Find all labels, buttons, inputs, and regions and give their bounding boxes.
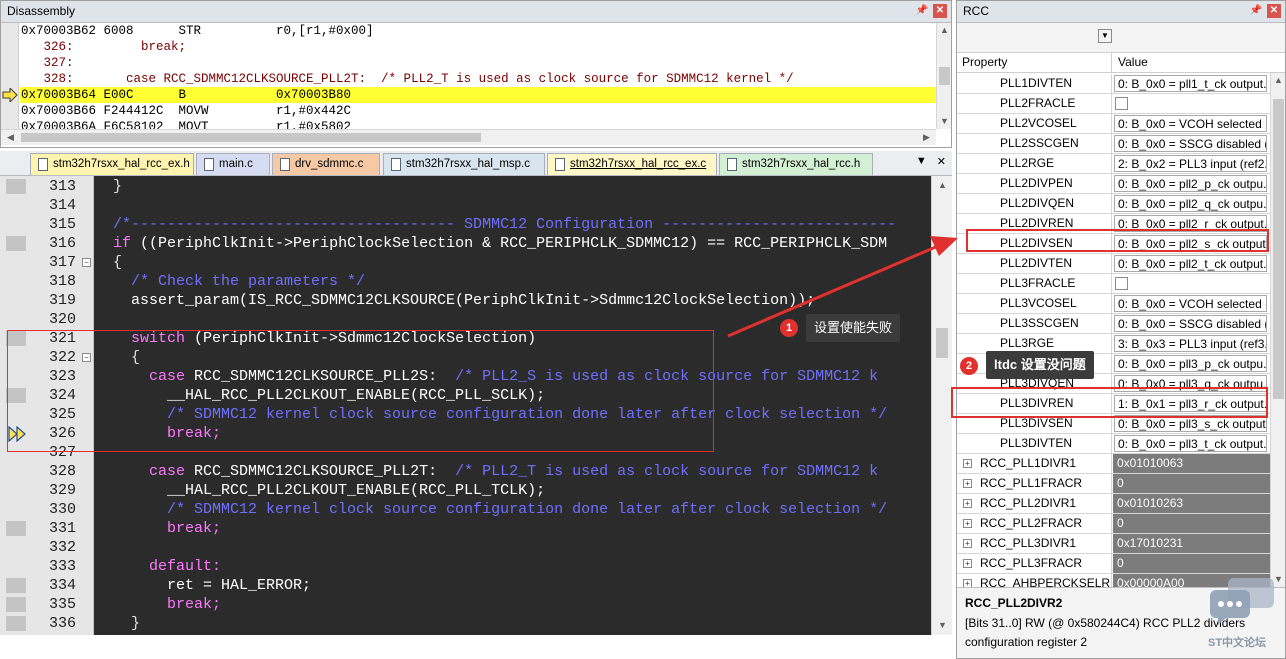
callout-1-text: 设置使能失败 xyxy=(806,314,901,342)
chat-bubble-icon xyxy=(1210,578,1274,625)
callout-2-text: ltdc 设置没问题 xyxy=(986,351,1094,379)
annotation-arrow xyxy=(727,236,958,338)
callout-1-badge: 1 xyxy=(780,319,798,337)
callout-2-badge: 2 xyxy=(960,357,978,375)
watermark-text: ST中文论坛 xyxy=(1208,637,1267,649)
forum-watermark: ST中文论坛 xyxy=(1200,574,1284,652)
